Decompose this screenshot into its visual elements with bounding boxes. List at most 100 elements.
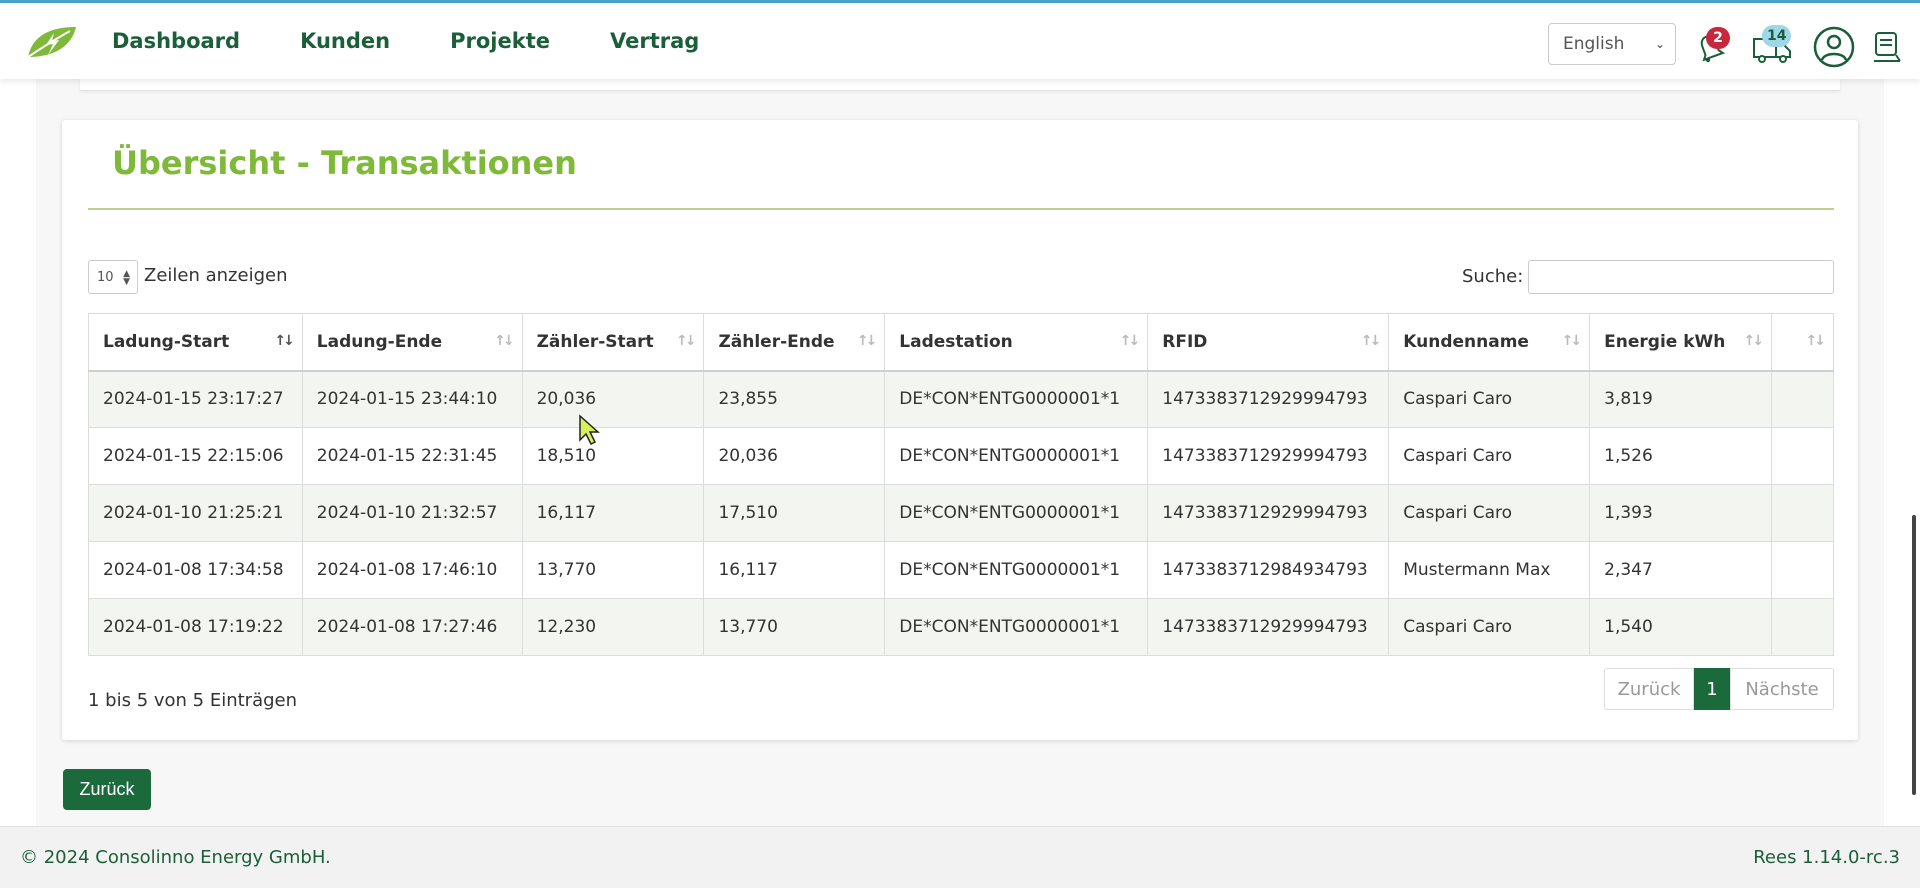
sort-desc-icon: ↑↓ <box>274 333 295 349</box>
cell-customer: Caspari Caro <box>1388 427 1591 485</box>
cell-meter-start: 12,230 <box>521 598 705 656</box>
cell-energy: 1,540 <box>1589 598 1772 656</box>
chevron-down-icon: ⌄ <box>1654 37 1665 51</box>
search-label: Suche: <box>1462 266 1524 287</box>
cell-station: DE*CON*ENTG0000001*1 <box>884 484 1149 542</box>
updown-arrows-icon: ▲ ▼ <box>123 269 130 287</box>
cell-meter-start: 20,036 <box>521 370 705 428</box>
sort-icon: ↑↓ <box>1119 333 1141 349</box>
top-navbar: Dashboard Kunden Projekte Vertrag Englis… <box>0 3 1920 79</box>
page-length-value: 10 <box>97 269 114 285</box>
previous-panel <box>80 79 1840 91</box>
cell-meter-end: 23,855 <box>703 370 886 428</box>
sort-icon: ↑↓ <box>856 333 878 349</box>
pagination-page-1[interactable]: 1 <box>1694 668 1730 710</box>
cell-end: 2024-01-15 23:44:10 <box>301 370 523 428</box>
column-header[interactable]: ↑↓ <box>1770 313 1835 372</box>
cell-customer: Mustermann Max <box>1388 541 1591 599</box>
sort-icon: ↑↓ <box>1360 333 1382 349</box>
transactions-card: Übersicht - Transaktionen 10 ▲ ▼ Zeilen a… <box>62 120 1858 740</box>
cell-energy: 3,819 <box>1589 370 1772 428</box>
table-row: 2024-01-15 22:15:06 2024-01-15 22:31:45 … <box>88 427 1835 485</box>
table-header-row: Ladung-Start ↑↓ Ladung-Ende ↑↓ Zähler-Star… <box>88 313 1835 372</box>
language-value: English <box>1563 34 1625 54</box>
back-button[interactable]: Zurück <box>63 769 151 810</box>
column-header[interactable]: Energie kWh ↑↓ <box>1589 313 1772 372</box>
column-header[interactable]: Zähler-Ende ↑↓ <box>703 313 886 372</box>
search-input[interactable] <box>1528 260 1834 294</box>
column-header[interactable]: Ladestation ↑↓ <box>884 313 1149 372</box>
notification-badge: 2 <box>1706 27 1730 49</box>
nav-dashboard[interactable]: Dashboard <box>112 29 240 53</box>
page-length-select[interactable]: 10 ▲ ▼ <box>88 260 138 294</box>
footer: © 2024 Consolinno Energy GmbH. Rees 1.14… <box>0 826 1920 888</box>
sort-icon: ↑↓ <box>675 333 697 349</box>
leaf-logo-icon[interactable] <box>26 25 78 59</box>
cell-meter-start: 13,770 <box>521 541 705 599</box>
pagination: Zurück 1 Nächste <box>1604 668 1834 710</box>
cell-meter-end: 17,510 <box>703 484 886 542</box>
footer-version: Rees 1.14.0-rc.3 <box>1753 847 1900 868</box>
sort-icon: ↑↓ <box>1561 333 1583 349</box>
page-length-label: Zeilen anzeigen <box>144 265 288 286</box>
cell-end: 2024-01-08 17:27:46 <box>301 598 523 656</box>
table-row: 2024-01-15 23:17:27 2024-01-15 23:44:10 … <box>88 370 1835 428</box>
cell-actions <box>1770 541 1835 599</box>
cell-meter-end: 16,117 <box>703 541 886 599</box>
table-row: 2024-01-08 17:34:58 2024-01-08 17:46:10 … <box>88 541 1835 599</box>
language-select[interactable]: English ⌄ <box>1548 23 1676 65</box>
column-header[interactable]: Ladung-Start ↑↓ <box>88 313 303 372</box>
column-header[interactable]: Zähler-Start ↑↓ <box>521 313 705 372</box>
nav-projekte[interactable]: Projekte <box>450 29 550 53</box>
cell-station: DE*CON*ENTG0000001*1 <box>884 598 1149 656</box>
title-divider <box>88 208 1834 210</box>
table-row: 2024-01-08 17:19:22 2024-01-08 17:27:46 … <box>88 598 1835 656</box>
updates-badge: 14 <box>1762 25 1792 47</box>
cell-start: 2024-01-15 23:17:27 <box>88 370 303 428</box>
cell-customer: Caspari Caro <box>1388 598 1591 656</box>
cell-actions <box>1770 370 1835 428</box>
cell-start: 2024-01-08 17:34:58 <box>88 541 303 599</box>
cell-rfid: 1473383712929994793 <box>1147 484 1390 542</box>
cell-actions <box>1770 427 1835 485</box>
footer-copyright: © 2024 Consolinno Energy GmbH. <box>20 847 331 868</box>
cell-station: DE*CON*ENTG0000001*1 <box>884 427 1149 485</box>
support-agent-icon[interactable] <box>1870 27 1904 67</box>
user-avatar-icon[interactable] <box>1812 25 1856 69</box>
cell-energy: 2,347 <box>1589 541 1772 599</box>
column-header[interactable]: Ladung-Ende ↑↓ <box>301 313 523 372</box>
sort-icon: ↑↓ <box>1805 333 1827 349</box>
sort-icon: ↑↓ <box>1743 333 1765 349</box>
cell-station: DE*CON*ENTG0000001*1 <box>884 370 1149 428</box>
table-info: 1 bis 5 von 5 Einträgen <box>88 690 298 711</box>
nav-kunden[interactable]: Kunden <box>300 29 390 53</box>
column-header[interactable]: RFID ↑↓ <box>1147 313 1390 372</box>
cell-station: DE*CON*ENTG0000001*1 <box>884 541 1149 599</box>
cell-rfid: 1473383712929994793 <box>1147 370 1390 428</box>
cell-energy: 1,393 <box>1589 484 1772 542</box>
sort-icon: ↑↓ <box>494 333 515 349</box>
cell-rfid: 1473383712984934793 <box>1147 541 1390 599</box>
cell-customer: Caspari Caro <box>1388 370 1591 428</box>
cell-start: 2024-01-15 22:15:06 <box>88 427 303 485</box>
cell-start: 2024-01-10 21:25:21 <box>88 484 303 542</box>
cell-meter-start: 16,117 <box>521 484 705 542</box>
cell-end: 2024-01-10 21:32:57 <box>301 484 523 542</box>
table-row: 2024-01-10 21:25:21 2024-01-10 21:32:57 … <box>88 484 1835 542</box>
pagination-next-button[interactable]: Nächste <box>1730 668 1834 710</box>
cell-end: 2024-01-15 22:31:45 <box>301 427 523 485</box>
mouse-cursor-icon <box>579 414 600 446</box>
cell-start: 2024-01-08 17:19:22 <box>88 598 303 656</box>
cell-meter-start: 18,510 <box>521 427 705 485</box>
nav-vertrag[interactable]: Vertrag <box>610 29 699 53</box>
column-header[interactable]: Kundenname ↑↓ <box>1388 313 1591 372</box>
cell-energy: 1,526 <box>1589 427 1772 485</box>
pagination-prev-button[interactable]: Zurück <box>1604 668 1694 710</box>
cell-meter-end: 13,770 <box>703 598 886 656</box>
scrollbar-thumb[interactable] <box>1912 515 1916 795</box>
cell-actions <box>1770 598 1835 656</box>
cell-actions <box>1770 484 1835 542</box>
card-title: Übersicht - Transaktionen <box>112 144 577 182</box>
transactions-table: Ladung-Start ↑↓ Ladung-Ende ↑↓ Zähler-Star… <box>88 313 1835 656</box>
cell-rfid: 1473383712929994793 <box>1147 427 1390 485</box>
